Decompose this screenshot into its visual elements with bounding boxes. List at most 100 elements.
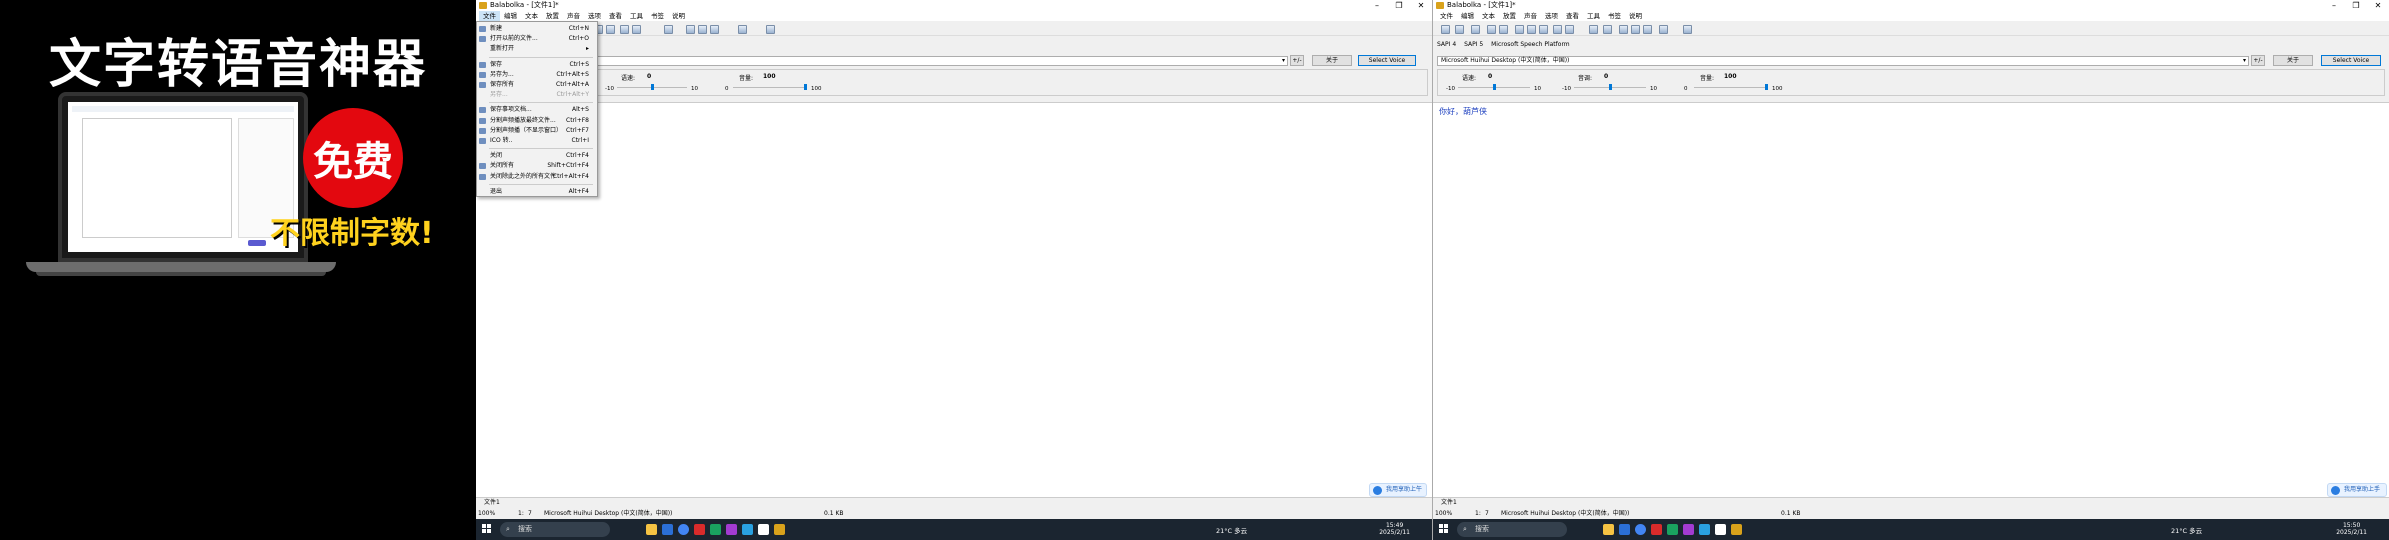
file-menu-item[interactable]: 分割声频播放最终文件... Ctrl+F8 bbox=[477, 116, 597, 126]
voice-select[interactable]: Microsoft Huihui Desktop (中文(简体，中国)) ▾ bbox=[1437, 56, 2249, 66]
notepad-icon[interactable] bbox=[758, 524, 769, 535]
helper-widget[interactable]: 我用享助上手 bbox=[2327, 483, 2387, 497]
select-voice-button[interactable]: Select Voice bbox=[1358, 55, 1416, 66]
edge-icon[interactable] bbox=[1619, 524, 1630, 535]
menu-edit[interactable]: 编辑 bbox=[1457, 11, 1478, 21]
text-editor[interactable] bbox=[476, 102, 1432, 498]
compare-icon[interactable] bbox=[698, 25, 707, 34]
convert-icon[interactable] bbox=[620, 25, 629, 34]
compare-icon[interactable] bbox=[1631, 25, 1640, 34]
find-icon[interactable] bbox=[686, 25, 695, 34]
file-menu-item[interactable]: 退出 Alt+F4 bbox=[477, 187, 597, 197]
helper-widget[interactable]: 我用享助上午 bbox=[1369, 483, 1427, 497]
stop-icon[interactable] bbox=[1539, 25, 1548, 34]
volume-thumb[interactable] bbox=[1765, 84, 1768, 90]
about-button[interactable]: 关于 bbox=[1312, 55, 1352, 66]
taskbar-search[interactable]: ⌕ 搜索 bbox=[1457, 522, 1567, 537]
menu-view[interactable]: 查看 bbox=[1562, 11, 1583, 21]
print-icon[interactable] bbox=[1487, 25, 1496, 34]
new-file-icon[interactable] bbox=[1441, 25, 1450, 34]
close-icon[interactable]: ✕ bbox=[2367, 0, 2389, 11]
close-icon[interactable]: ✕ bbox=[1410, 0, 1432, 11]
tab-sapi4[interactable]: SAPI 4 bbox=[1437, 41, 1456, 48]
open-icon[interactable] bbox=[1455, 25, 1464, 34]
play-icon[interactable] bbox=[1515, 25, 1524, 34]
editor-content[interactable]: 你好，葫芦侠 bbox=[1439, 106, 1487, 117]
volume-track[interactable] bbox=[733, 87, 805, 88]
menu-tools[interactable]: 工具 bbox=[1583, 11, 1604, 21]
pause-icon[interactable] bbox=[1527, 25, 1536, 34]
file-menu-item[interactable]: 打开以前的文件... Ctrl+O bbox=[477, 34, 597, 44]
volume-track[interactable] bbox=[1694, 87, 1766, 88]
tab-speech-platform[interactable]: Microsoft Speech Platform bbox=[1491, 41, 1570, 48]
weather[interactable]: 21°C 多云 bbox=[2171, 525, 2202, 535]
record-icon[interactable] bbox=[606, 25, 615, 34]
file-menu-item[interactable]: 关闭所有 Shift+Ctrl+F4 bbox=[477, 161, 597, 171]
menu-edit[interactable]: 编辑 bbox=[500, 11, 521, 21]
restore-icon[interactable]: ❐ bbox=[2345, 0, 2367, 11]
menu-speech[interactable]: 声音 bbox=[563, 11, 584, 21]
doc-tab[interactable]: 文件1 bbox=[484, 499, 500, 506]
dictionary-icon[interactable] bbox=[710, 25, 719, 34]
menu-help[interactable]: 说明 bbox=[668, 11, 689, 21]
wps-icon[interactable] bbox=[694, 524, 705, 535]
menu-view[interactable]: 查看 bbox=[605, 11, 626, 21]
folder-icon[interactable] bbox=[1565, 25, 1574, 34]
menu-bookmarks[interactable]: 书签 bbox=[1604, 11, 1625, 21]
windows-start-icon[interactable] bbox=[1439, 524, 1449, 534]
find-icon[interactable] bbox=[1619, 25, 1628, 34]
clock[interactable]: 15:50 2025/2/11 bbox=[2336, 522, 2367, 536]
menu-tools[interactable]: 工具 bbox=[626, 11, 647, 21]
select-voice-button[interactable]: Select Voice bbox=[2321, 55, 2381, 66]
bookmark-icon[interactable] bbox=[664, 25, 673, 34]
restore-icon[interactable]: ❐ bbox=[1388, 0, 1410, 11]
minimize-icon[interactable]: – bbox=[1366, 0, 1388, 11]
file-menu-item[interactable]: ICO 转.. Ctrl+I bbox=[477, 136, 597, 146]
menu-options[interactable]: 选项 bbox=[584, 11, 605, 21]
about-button[interactable]: 关于 bbox=[2273, 55, 2313, 66]
menu-speech[interactable]: 声音 bbox=[1520, 11, 1541, 21]
convert-icon[interactable] bbox=[1553, 25, 1562, 34]
balabolka-taskbar-icon[interactable] bbox=[1731, 524, 1742, 535]
pitch-thumb[interactable] bbox=[1609, 84, 1612, 90]
clock[interactable]: 15:49 2025/2/11 bbox=[1379, 522, 1410, 536]
help-icon[interactable] bbox=[1683, 25, 1692, 34]
menu-text[interactable]: 文本 bbox=[1478, 11, 1499, 21]
chrome-icon[interactable] bbox=[678, 524, 689, 535]
chrome-icon[interactable] bbox=[1635, 524, 1646, 535]
app-blue-icon[interactable] bbox=[742, 524, 753, 535]
tab-sapi5[interactable]: SAPI 5 bbox=[1464, 41, 1483, 48]
folder-icon[interactable] bbox=[632, 25, 641, 34]
taskbar-search[interactable]: ⌕ 搜索 bbox=[500, 522, 610, 537]
plusminus-button[interactable]: +/- bbox=[2251, 55, 2265, 66]
menu-bookmarks[interactable]: 书签 bbox=[647, 11, 668, 21]
volume-thumb[interactable] bbox=[804, 84, 807, 90]
file-explorer-icon[interactable] bbox=[646, 524, 657, 535]
file-menu-item[interactable]: 另存为... Ctrl+Alt+S bbox=[477, 70, 597, 80]
menu-options[interactable]: 选项 bbox=[1541, 11, 1562, 21]
file-menu-item[interactable]: 重新打开 ▸ bbox=[477, 44, 597, 54]
bookmark-next-icon[interactable] bbox=[1603, 25, 1612, 34]
file-menu-item[interactable]: 保存事项文档... Alt+S bbox=[477, 105, 597, 115]
menu-place[interactable]: 放置 bbox=[1499, 11, 1520, 21]
edge-icon[interactable] bbox=[662, 524, 673, 535]
file-menu-item[interactable]: 另存... Ctrl+Alt+Y bbox=[477, 90, 597, 100]
dictionary-icon[interactable] bbox=[1643, 25, 1652, 34]
wps-icon[interactable] bbox=[1651, 524, 1662, 535]
menu-file[interactable]: 文件 bbox=[479, 11, 500, 21]
minimize-icon[interactable]: – bbox=[2323, 0, 2345, 11]
menu-text[interactable]: 文本 bbox=[521, 11, 542, 21]
notepad-icon[interactable] bbox=[1715, 524, 1726, 535]
rate-thumb[interactable] bbox=[1493, 84, 1496, 90]
file-menu-item[interactable]: 保存 Ctrl+S bbox=[477, 60, 597, 70]
save-icon[interactable] bbox=[1471, 25, 1480, 34]
weather[interactable]: 21°C 多云 bbox=[1216, 525, 1247, 535]
file-explorer-icon[interactable] bbox=[1603, 524, 1614, 535]
menu-file[interactable]: 文件 bbox=[1436, 11, 1457, 21]
menu-place[interactable]: 放置 bbox=[542, 11, 563, 21]
bookmark-icon[interactable] bbox=[1589, 25, 1598, 34]
file-menu-item[interactable]: 关闭除此之外的所有文件 Ctrl+Alt+F4 bbox=[477, 172, 597, 182]
rate-thumb[interactable] bbox=[651, 84, 654, 90]
voice-select[interactable]: ▾ bbox=[480, 56, 1288, 66]
file-menu-item[interactable]: 新建 Ctrl+N bbox=[477, 24, 597, 34]
